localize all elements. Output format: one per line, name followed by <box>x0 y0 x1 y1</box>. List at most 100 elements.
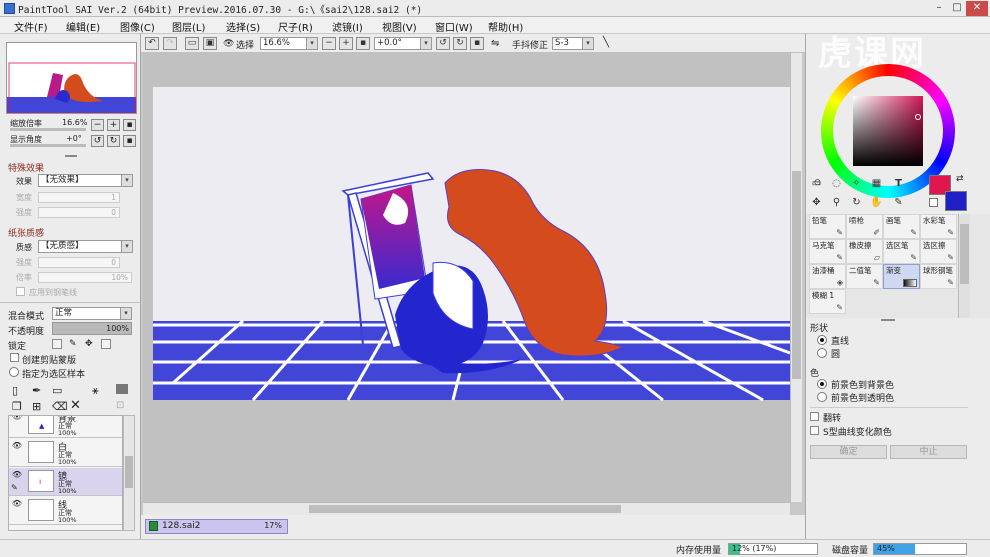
canvas-artwork[interactable] <box>143 53 791 502</box>
effects-section-title[interactable]: 特殊效果 <box>8 161 44 174</box>
rotate-tool-icon[interactable]: ↻ <box>848 194 865 211</box>
menu-edit[interactable]: 编辑(E) <box>66 19 100 34</box>
maximize-button[interactable]: □ <box>948 1 966 16</box>
sample-radio[interactable] <box>9 367 19 377</box>
panel-grip[interactable] <box>65 155 77 157</box>
new-folder-icon[interactable]: ▭ <box>52 384 62 397</box>
brush-airbrush[interactable]: 喷枪 ✐ <box>846 214 883 239</box>
lock-all-icon[interactable] <box>101 339 111 349</box>
effect-select[interactable]: 【无效果】 ▾ <box>38 174 133 187</box>
vertical-scroll-thumb[interactable] <box>792 171 801 379</box>
zoom-slider[interactable] <box>10 128 86 131</box>
layer-list-scrollbar[interactable] <box>123 415 135 531</box>
new-layer-icon[interactable]: ▯ <box>12 384 18 397</box>
straight-line-icon[interactable]: ╲ <box>603 37 609 48</box>
shape-linear-radio[interactable] <box>817 335 827 345</box>
ok-button[interactable]: 确定 <box>810 445 887 459</box>
rotate-left-button[interactable]: ↺ <box>91 135 104 147</box>
menu-ruler[interactable]: 尺子(R) <box>278 19 313 34</box>
texture-scale-field[interactable]: 10% <box>38 272 132 283</box>
layer-item-selected[interactable]: 👁 ✎ ı 镜 正常 100% <box>9 468 122 496</box>
lock-transparency-icon[interactable] <box>52 339 62 349</box>
brush-gradient-selected[interactable]: 渐变 <box>883 264 920 289</box>
new-pen-layer-icon[interactable]: ✒ <box>32 384 41 397</box>
horizontal-scrollbar[interactable] <box>143 502 790 515</box>
texture-strength-field[interactable]: 0 <box>38 257 120 268</box>
menu-help[interactable]: 帮助(H) <box>488 19 523 34</box>
visibility-eye-icon[interactable]: 👁 <box>11 499 23 509</box>
clipping-checkbox[interactable] <box>10 353 19 362</box>
brush-selerase[interactable]: 选区擦 ✎ <box>920 239 957 264</box>
deselect-button[interactable]: ▭ <box>185 37 199 50</box>
rotate-right-button[interactable]: ↻ <box>107 135 120 147</box>
menu-window[interactable]: 窗口(W) <box>435 19 473 34</box>
opacity-slider[interactable]: 100% <box>52 322 132 335</box>
panel-grip[interactable] <box>881 319 895 321</box>
effect-strength-field[interactable]: 0 <box>38 207 120 218</box>
brush-sphere-pen[interactable]: 球形钢笔 ✎ <box>920 264 957 289</box>
flip-icon[interactable]: ⇋ <box>491 38 499 49</box>
vertical-scrollbar[interactable] <box>790 53 802 502</box>
rotate-reset-button[interactable]: ▪ <box>123 135 136 147</box>
effect-width-field[interactable]: 1 <box>38 192 120 203</box>
hand-tool-icon[interactable]: ✋ <box>868 194 885 211</box>
fg-to-transparent-radio[interactable] <box>817 392 827 402</box>
brush-watercolor[interactable]: 水彩笔 ✎ <box>920 214 957 239</box>
invert-selection-button[interactable]: ▣ <box>203 37 217 50</box>
toolbar-rotate-right-button[interactable]: ↻ <box>453 37 467 50</box>
toolbar-zoom-in-button[interactable]: + <box>339 37 353 50</box>
layer-item[interactable]: 👁 ▲ 背景 正常 100% <box>9 416 122 438</box>
shape-circle-radio[interactable] <box>817 348 827 358</box>
layer-item[interactable]: 👁 白 正常 100% <box>9 439 122 467</box>
fg-to-bg-radio[interactable] <box>817 379 827 389</box>
color-picker-marker[interactable] <box>915 114 921 120</box>
brush-marker[interactable]: 马克笔 ✎ <box>809 239 846 264</box>
merge-visible-icon[interactable]: ⊡ <box>116 400 124 411</box>
menu-file[interactable]: 文件(F) <box>14 19 48 34</box>
menu-layer[interactable]: 图层(L) <box>172 19 205 34</box>
magic-wand-icon[interactable]: ✧ <box>848 175 865 192</box>
lasso-icon[interactable]: ◌ <box>828 175 845 192</box>
brush-blur[interactable]: 模糊 1 ✎ <box>809 289 846 314</box>
visibility-eye-icon[interactable]: 👁 <box>11 470 23 480</box>
swap-colors-icon[interactable]: ⇄ <box>956 174 964 184</box>
eyedropper-icon[interactable]: ✎ <box>890 194 907 211</box>
texture-select[interactable]: 【无质感】 ▾ <box>38 240 133 253</box>
stabilizer-select[interactable]: S-3 ▾ <box>552 37 594 50</box>
zoom-select[interactable]: 16.6% ▾ <box>260 37 318 50</box>
delete-layer-icon[interactable]: ✕ <box>70 398 81 413</box>
clear-layer-icon[interactable]: ⌫ <box>52 400 68 413</box>
brush-pencil[interactable]: 铅笔 ✎ <box>809 214 846 239</box>
navigator-thumbnail[interactable] <box>6 42 137 114</box>
scroll-thumb[interactable] <box>125 456 133 488</box>
toolbar-zoom-out-button[interactable]: − <box>322 37 336 50</box>
undo-button[interactable]: ↶ <box>145 37 159 50</box>
zoom-in-button[interactable]: + <box>107 119 120 131</box>
text-tool-icon[interactable]: T <box>890 175 907 192</box>
toolbar-rotate-reset-button[interactable]: ▪ <box>470 37 484 50</box>
minimize-button[interactable]: – <box>930 1 948 16</box>
visibility-eye-icon[interactable]: 👁 <box>11 441 23 451</box>
layer-mask-icon[interactable] <box>116 384 128 394</box>
move-icon[interactable]: ✥ <box>808 194 825 211</box>
reset-colors-icon[interactable] <box>929 198 938 207</box>
blend-mode-select[interactable]: 正常 ▾ <box>52 307 132 320</box>
brush-binary-pen[interactable]: 二值笔 ✎ <box>846 264 883 289</box>
layer-item[interactable]: 👁 线 正常 100% <box>9 497 122 525</box>
toolbar-zoom-reset-button[interactable]: ▪ <box>356 37 370 50</box>
brush-eraser[interactable]: 橡皮擦 ▱ <box>846 239 883 264</box>
paper-section-title[interactable]: 纸张质感 <box>8 226 44 239</box>
move-layer-icon[interactable]: ▦ <box>868 175 885 192</box>
cancel-button[interactable]: 中止 <box>890 445 967 459</box>
brush-palette-scrollbar[interactable] <box>958 214 970 318</box>
lock-draw-icon[interactable]: ✎ <box>69 339 77 349</box>
merge-down-icon[interactable]: ⊞ <box>32 400 41 413</box>
rect-select-icon[interactable]: ▭ <box>808 175 825 192</box>
saturation-value-square[interactable] <box>853 96 923 166</box>
brush-selpen[interactable]: 选区笔 ✎ <box>883 239 920 264</box>
lock-move-icon[interactable]: ✥ <box>85 339 93 349</box>
menu-filter[interactable]: 滤镜(I) <box>332 19 363 34</box>
brush-brush[interactable]: 画笔 ✎ <box>883 214 920 239</box>
brush-scroll-thumb[interactable] <box>960 224 969 284</box>
menu-select[interactable]: 选择(S) <box>226 19 260 34</box>
